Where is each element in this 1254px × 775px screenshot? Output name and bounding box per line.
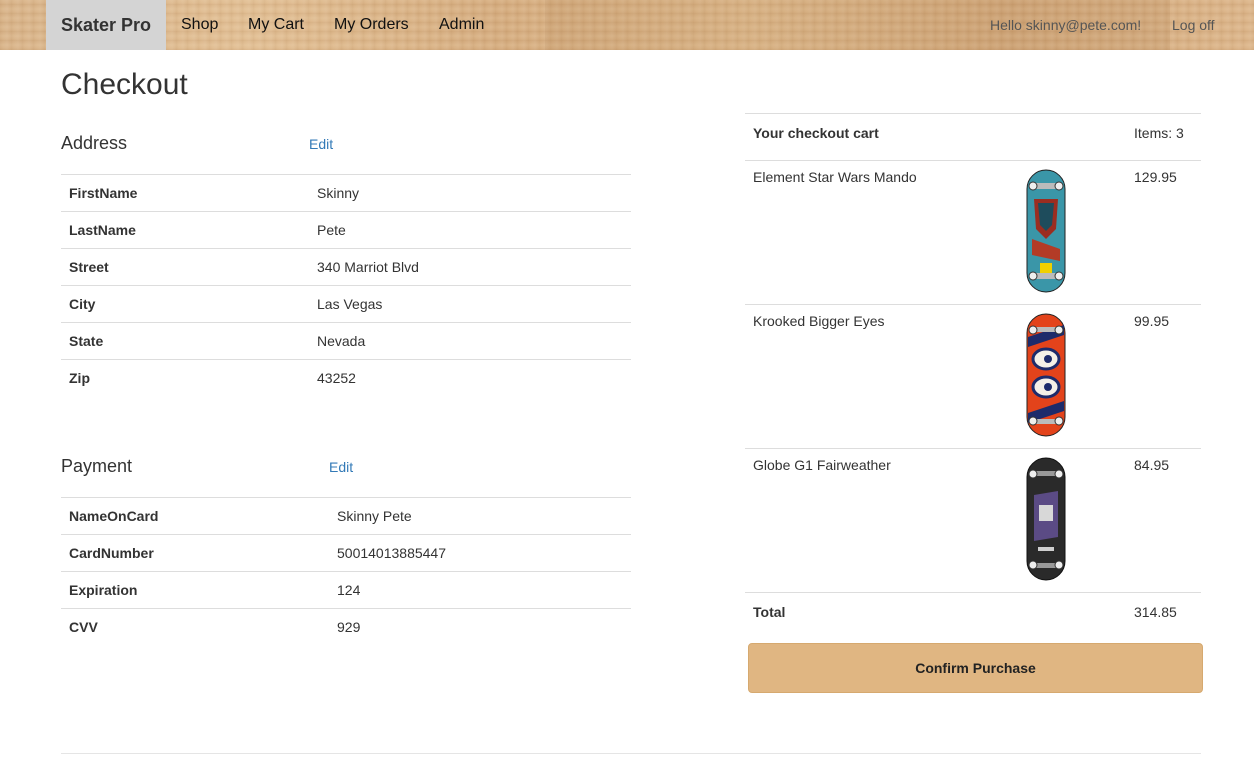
table-row: City Las Vegas <box>61 285 631 323</box>
cart-item-name: Element Star Wars Mando <box>745 160 966 305</box>
checkout-cart-table: Your checkout cart Items: 3 Element Star… <box>745 113 1201 639</box>
cart-item-name: Krooked Bigger Eyes <box>745 304 966 449</box>
skateboard-krooked-image <box>1026 313 1066 437</box>
address-label: LastName <box>61 211 309 249</box>
nav-admin[interactable]: Admin <box>439 0 484 50</box>
address-label: Street <box>61 248 309 286</box>
payment-table: NameOnCard Skinny Pete CardNumber 500140… <box>61 497 631 646</box>
address-value: 340 Marriot Blvd <box>309 248 631 286</box>
navbar: Skater Pro Shop My Cart My Orders Admin … <box>0 0 1254 50</box>
address-value: Skinny <box>309 174 631 212</box>
brand-link[interactable]: Skater Pro <box>46 0 166 50</box>
cart-item-image-cell <box>966 448 1126 593</box>
page-title: Checkout <box>61 68 188 101</box>
table-row: FirstName Skinny <box>61 174 631 212</box>
payment-label: CVV <box>61 608 329 646</box>
nav-shop[interactable]: Shop <box>181 0 218 50</box>
address-value: Pete <box>309 211 631 249</box>
cart-total-value: 314.85 <box>1126 592 1201 639</box>
cart-item-price: 84.95 <box>1126 448 1201 593</box>
cart-item-image-cell <box>966 304 1126 449</box>
cart-total-label: Total <box>745 592 966 639</box>
payment-edit-link[interactable]: Edit <box>329 459 353 475</box>
table-row: CardNumber 50014013885447 <box>61 534 631 572</box>
nav-my-orders[interactable]: My Orders <box>334 0 409 50</box>
nav-my-cart[interactable]: My Cart <box>248 0 304 50</box>
address-edit-link[interactable]: Edit <box>309 136 333 152</box>
cart-items-count: Items: 3 <box>1126 113 1201 161</box>
table-row: Expiration 124 <box>61 571 631 609</box>
footer-divider <box>61 753 1201 754</box>
cart-header-row: Your checkout cart Items: 3 <box>745 113 1201 161</box>
payment-value: 929 <box>329 608 631 646</box>
cart-item-price: 129.95 <box>1126 160 1201 305</box>
cart-header-spacer <box>966 113 1126 161</box>
address-label: FirstName <box>61 174 309 212</box>
cart-item-row: Element Star Wars Mando 129.95 <box>745 160 1201 305</box>
cart-total-spacer <box>966 592 1126 639</box>
payment-label: CardNumber <box>61 534 329 572</box>
payment-heading: Payment <box>61 456 133 476</box>
payment-value: 124 <box>329 571 631 609</box>
table-row: State Nevada <box>61 322 631 360</box>
payment-label: Expiration <box>61 571 329 609</box>
cart-item-image-cell <box>966 160 1126 305</box>
address-label: City <box>61 285 309 323</box>
payment-label: NameOnCard <box>61 497 329 535</box>
cart-item-row: Globe G1 Fairweather 84.95 <box>745 448 1201 593</box>
logoff-link[interactable]: Log off <box>1172 0 1215 50</box>
payment-value: Skinny Pete <box>329 497 631 535</box>
table-row: Street 340 Marriot Blvd <box>61 248 631 286</box>
cart-item-row: Krooked Bigger Eyes 99.95 <box>745 304 1201 449</box>
cart-total-row: Total 314.85 <box>745 592 1201 639</box>
address-heading: Address <box>61 133 128 153</box>
table-row: LastName Pete <box>61 211 631 249</box>
address-value: Las Vegas <box>309 285 631 323</box>
address-value: Nevada <box>309 322 631 360</box>
cart-item-name: Globe G1 Fairweather <box>745 448 966 593</box>
table-row: NameOnCard Skinny Pete <box>61 497 631 535</box>
payment-value: 50014013885447 <box>329 534 631 572</box>
skateboard-mando-image <box>1026 169 1066 293</box>
address-value: 43252 <box>309 359 631 397</box>
address-label: Zip <box>61 359 309 397</box>
address-label: State <box>61 322 309 360</box>
table-row: Zip 43252 <box>61 359 631 397</box>
confirm-purchase-button[interactable]: Confirm Purchase <box>748 643 1203 693</box>
table-row: CVV 929 <box>61 608 631 646</box>
user-greeting-link[interactable]: Hello skinny@pete.com! <box>990 0 1141 50</box>
skateboard-globe-image <box>1026 457 1066 581</box>
address-table: FirstName Skinny LastName Pete Street 34… <box>61 174 631 397</box>
cart-title: Your checkout cart <box>745 113 966 161</box>
cart-item-price: 99.95 <box>1126 304 1201 449</box>
